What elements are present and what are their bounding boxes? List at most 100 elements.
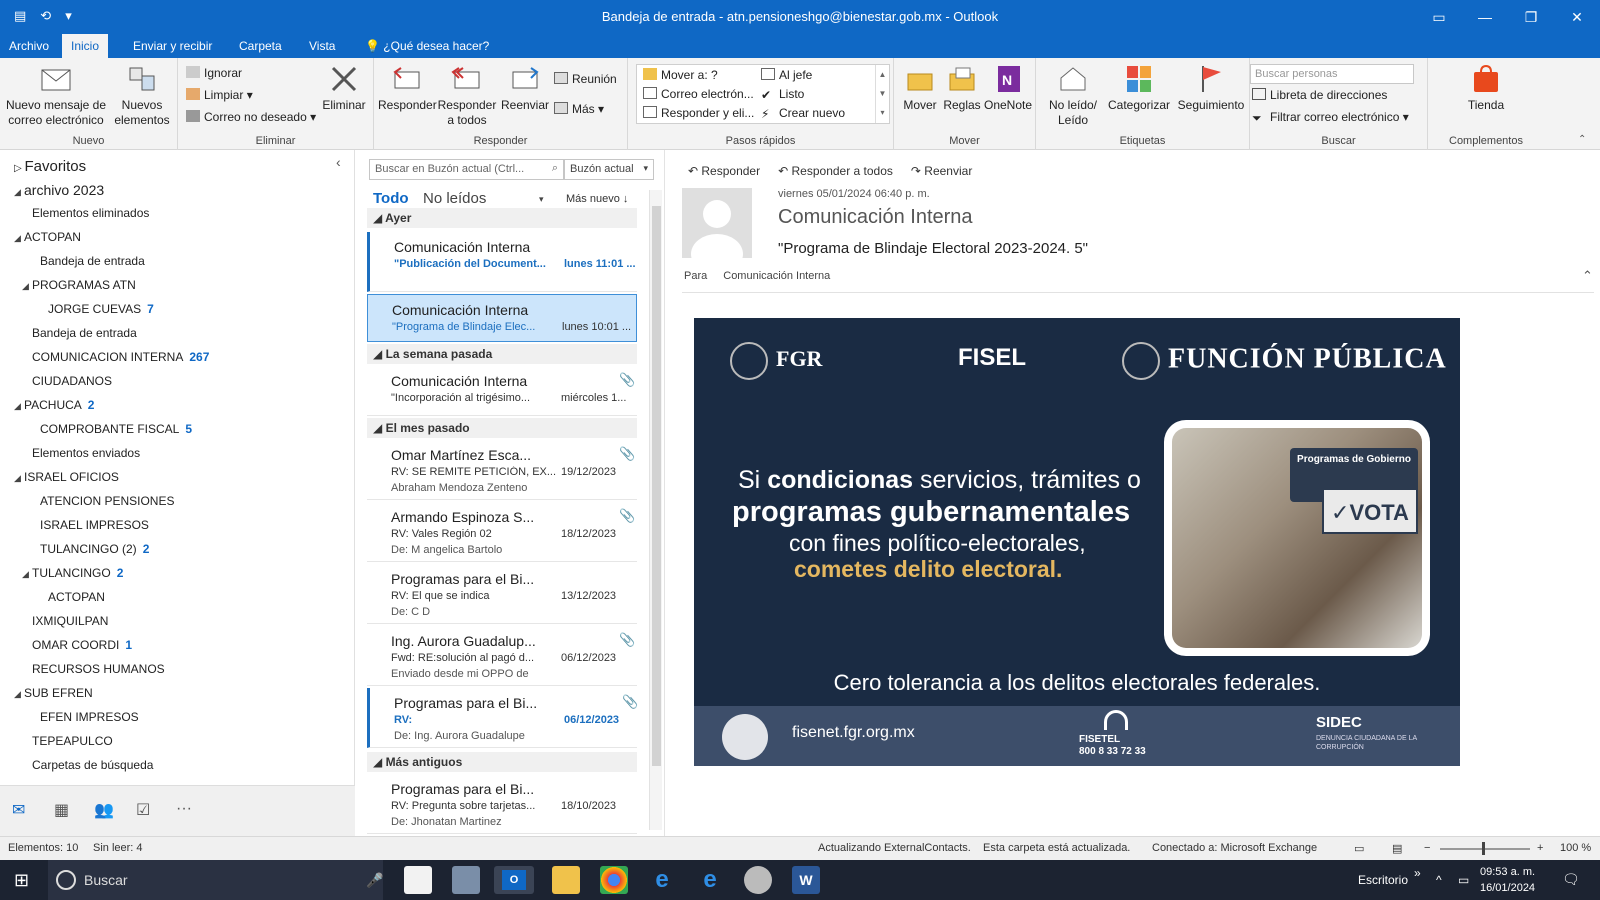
folder-item[interactable]: CIUDADANOS xyxy=(22,374,118,388)
folder-item[interactable]: Elementos eliminados xyxy=(22,206,155,220)
list-item[interactable]: Omar Martínez Esca... RV: SE REMITE PETI… xyxy=(367,440,637,500)
folder-item[interactable]: JORGE CUEVAS 7 xyxy=(38,302,154,316)
favorites-header[interactable]: ▷ Favoritos xyxy=(14,158,86,175)
folder-item[interactable]: TEPEAPULCO xyxy=(22,734,119,748)
file-explorer-icon[interactable] xyxy=(552,866,580,894)
list-item[interactable]: Comunicación Interna "Incorporación al t… xyxy=(367,366,637,416)
folder-item[interactable]: ◢ PROGRAMAS ATN xyxy=(22,278,142,292)
microphone-icon[interactable]: 🎤 xyxy=(366,872,383,889)
store-button[interactable]: Tienda xyxy=(1458,64,1514,113)
new-items-button[interactable]: Nuevos elementos xyxy=(112,64,172,128)
rules-button[interactable]: Reglas xyxy=(942,64,982,113)
store-taskbar-icon[interactable] xyxy=(404,866,432,894)
internet-explorer-icon[interactable]: e xyxy=(696,866,724,894)
search-people-input[interactable]: Buscar personas xyxy=(1250,64,1414,84)
folder-item[interactable]: ◢ PACHUCA 2 xyxy=(14,398,94,412)
folder-item[interactable]: Bandeja de entrada xyxy=(30,254,151,268)
message-sender[interactable]: Comunicación Interna xyxy=(778,206,973,229)
expand-caret-icon[interactable]: ◢ xyxy=(14,473,24,484)
minimize-icon[interactable]: — xyxy=(1462,0,1508,34)
expand-caret-icon[interactable]: ◢ xyxy=(22,569,32,580)
list-item[interactable]: Programas para el Bi... RV: 06/12/2023 D… xyxy=(367,688,638,748)
ribbon-display-options-icon[interactable]: ▭ xyxy=(1416,0,1462,34)
recipient-name[interactable]: Comunicación Interna xyxy=(723,270,830,282)
more-respond-button[interactable]: Más ▾ xyxy=(554,102,604,116)
zoom-in-icon[interactable]: + xyxy=(1537,842,1543,854)
tab-carpeta[interactable]: Carpeta xyxy=(230,34,291,58)
zoom-slider[interactable] xyxy=(1440,848,1530,850)
folder-item[interactable]: Elementos enviados xyxy=(22,446,146,460)
address-book-button[interactable]: Libreta de direcciones xyxy=(1252,88,1387,102)
onenote-button[interactable]: N OneNote xyxy=(982,64,1034,113)
reading-reply-button[interactable]: ↶ Responder xyxy=(688,164,760,178)
minimize-folder-pane-icon[interactable]: ‹ xyxy=(336,154,341,170)
list-item[interactable]: Comunicación Interna "Publicación del Do… xyxy=(367,232,637,292)
group-header-mes-pasado[interactable]: ◢ El mes pasado xyxy=(367,418,637,438)
edge-icon[interactable]: e xyxy=(648,866,676,894)
tell-me-box[interactable]: 💡 ¿Qué desea hacer? xyxy=(356,34,498,58)
toolbar-expand-icon[interactable]: » xyxy=(1414,866,1421,880)
calendar-nav-icon[interactable]: ▦ xyxy=(54,800,69,820)
junk-button[interactable]: Correo no deseado ▾ xyxy=(186,110,316,124)
search-scope-select[interactable]: Buzón actual ▾ xyxy=(564,159,654,180)
reply-button[interactable]: Responder xyxy=(378,64,437,113)
message-list-scrollbar[interactable] xyxy=(649,190,662,830)
tab-archivo[interactable]: Archivo xyxy=(0,34,58,58)
follow-up-button[interactable]: Seguimiento xyxy=(1174,64,1248,113)
folder-item[interactable]: ◢ TULANCINGO 2 xyxy=(22,566,123,580)
reading-forward-button[interactable]: ↷ Reenviar xyxy=(911,164,972,178)
quickstep-listo[interactable]: ✔ Listo xyxy=(761,87,804,102)
list-item[interactable]: Armando Espinoza S... RV: Vales Región 0… xyxy=(367,502,637,562)
group-header-mas-antiguos[interactable]: ◢ Más antiguos xyxy=(367,752,637,772)
search-mailbox-input[interactable]: Buscar en Buzón actual (Ctrl... ⌕ xyxy=(369,159,564,180)
move-button[interactable]: Mover xyxy=(898,64,942,113)
collapse-header-icon[interactable]: ⌃ xyxy=(1582,268,1593,284)
expand-caret-icon[interactable]: ◢ xyxy=(14,401,24,412)
close-icon[interactable]: ✕ xyxy=(1554,0,1600,34)
quickstep-crear-nuevo[interactable]: ⚡ Crear nuevo xyxy=(761,106,845,121)
app-taskbar-icon[interactable] xyxy=(452,866,480,894)
folder-item[interactable]: IXMIQUILPAN xyxy=(22,614,114,628)
reading-view-icon[interactable]: ▤ xyxy=(1392,842,1402,855)
word-icon[interactable]: W xyxy=(792,866,820,894)
meeting-button[interactable]: Reunión xyxy=(554,72,617,86)
tab-enviar-recibir[interactable]: Enviar y recibir xyxy=(124,34,221,58)
folder-item[interactable]: OMAR COORDI 1 xyxy=(22,638,132,652)
group-header-semana-pasada[interactable]: ◢ La semana pasada xyxy=(367,344,637,364)
list-item[interactable]: Programas para el Bi... RV: El que se in… xyxy=(367,564,637,624)
scrollbar-thumb[interactable] xyxy=(652,206,661,766)
quickstep-correo[interactable]: Correo electrón... xyxy=(643,87,754,101)
categorize-button[interactable]: Categorizar xyxy=(1104,64,1174,113)
zoom-slider-thumb[interactable] xyxy=(1482,842,1485,855)
expand-caret-icon[interactable]: ◢ xyxy=(14,689,24,700)
app-taskbar-icon-2[interactable] xyxy=(744,866,772,894)
tab-inicio[interactable]: Inicio xyxy=(62,34,109,58)
cleanup-button[interactable]: Limpiar ▾ xyxy=(186,88,253,102)
folder-item[interactable]: Carpetas de búsqueda xyxy=(22,758,159,772)
mail-nav-icon[interactable]: ✉ xyxy=(12,800,25,820)
network-icon[interactable]: ▭ xyxy=(1458,873,1469,887)
folder-item[interactable]: ◢ ISRAEL OFICIOS xyxy=(14,470,125,484)
folder-item[interactable]: ◢ SUB EFREN xyxy=(14,686,99,700)
desktop-toolbar[interactable]: Escritorio xyxy=(1358,873,1408,887)
quick-steps-scroll[interactable]: ▲ ▼ ▾ xyxy=(875,65,889,123)
folder-item[interactable]: RECURSOS HUMANOS xyxy=(22,662,171,676)
expand-caret-icon[interactable]: ◢ xyxy=(22,281,32,292)
quickstep-responder-eliminar[interactable]: Responder y eli... xyxy=(643,106,754,120)
taskbar-clock[interactable]: 09:53 a. m. 16/01/2024 xyxy=(1480,864,1535,896)
expand-caret-icon[interactable]: ◢ xyxy=(14,187,24,198)
new-email-button[interactable]: Nuevo mensaje de correo electrónico xyxy=(4,64,108,128)
outlook-taskbar-icon[interactable]: O xyxy=(494,866,534,894)
forward-button[interactable]: Reenviar xyxy=(496,64,554,113)
restore-icon[interactable]: ❐ xyxy=(1508,0,1554,34)
expand-caret-icon[interactable]: ◢ xyxy=(14,233,24,244)
filter-email-button[interactable]: ⏷ Filtrar correo electrónico ▾ xyxy=(1252,110,1409,125)
people-nav-icon[interactable]: 👥 xyxy=(94,800,114,820)
chrome-icon[interactable] xyxy=(600,866,628,894)
tray-chevron-icon[interactable]: ^ xyxy=(1436,873,1442,887)
sort-order[interactable]: Más nuevo ↓ xyxy=(566,193,628,205)
list-item-selected[interactable]: Comunicación Interna "Programa de Blinda… xyxy=(367,294,637,342)
quickstep-al-jefe[interactable]: Al jefe xyxy=(761,68,812,82)
filter-all[interactable]: Todo xyxy=(373,190,409,207)
folder-item[interactable]: ATENCION PENSIONES xyxy=(30,494,180,508)
